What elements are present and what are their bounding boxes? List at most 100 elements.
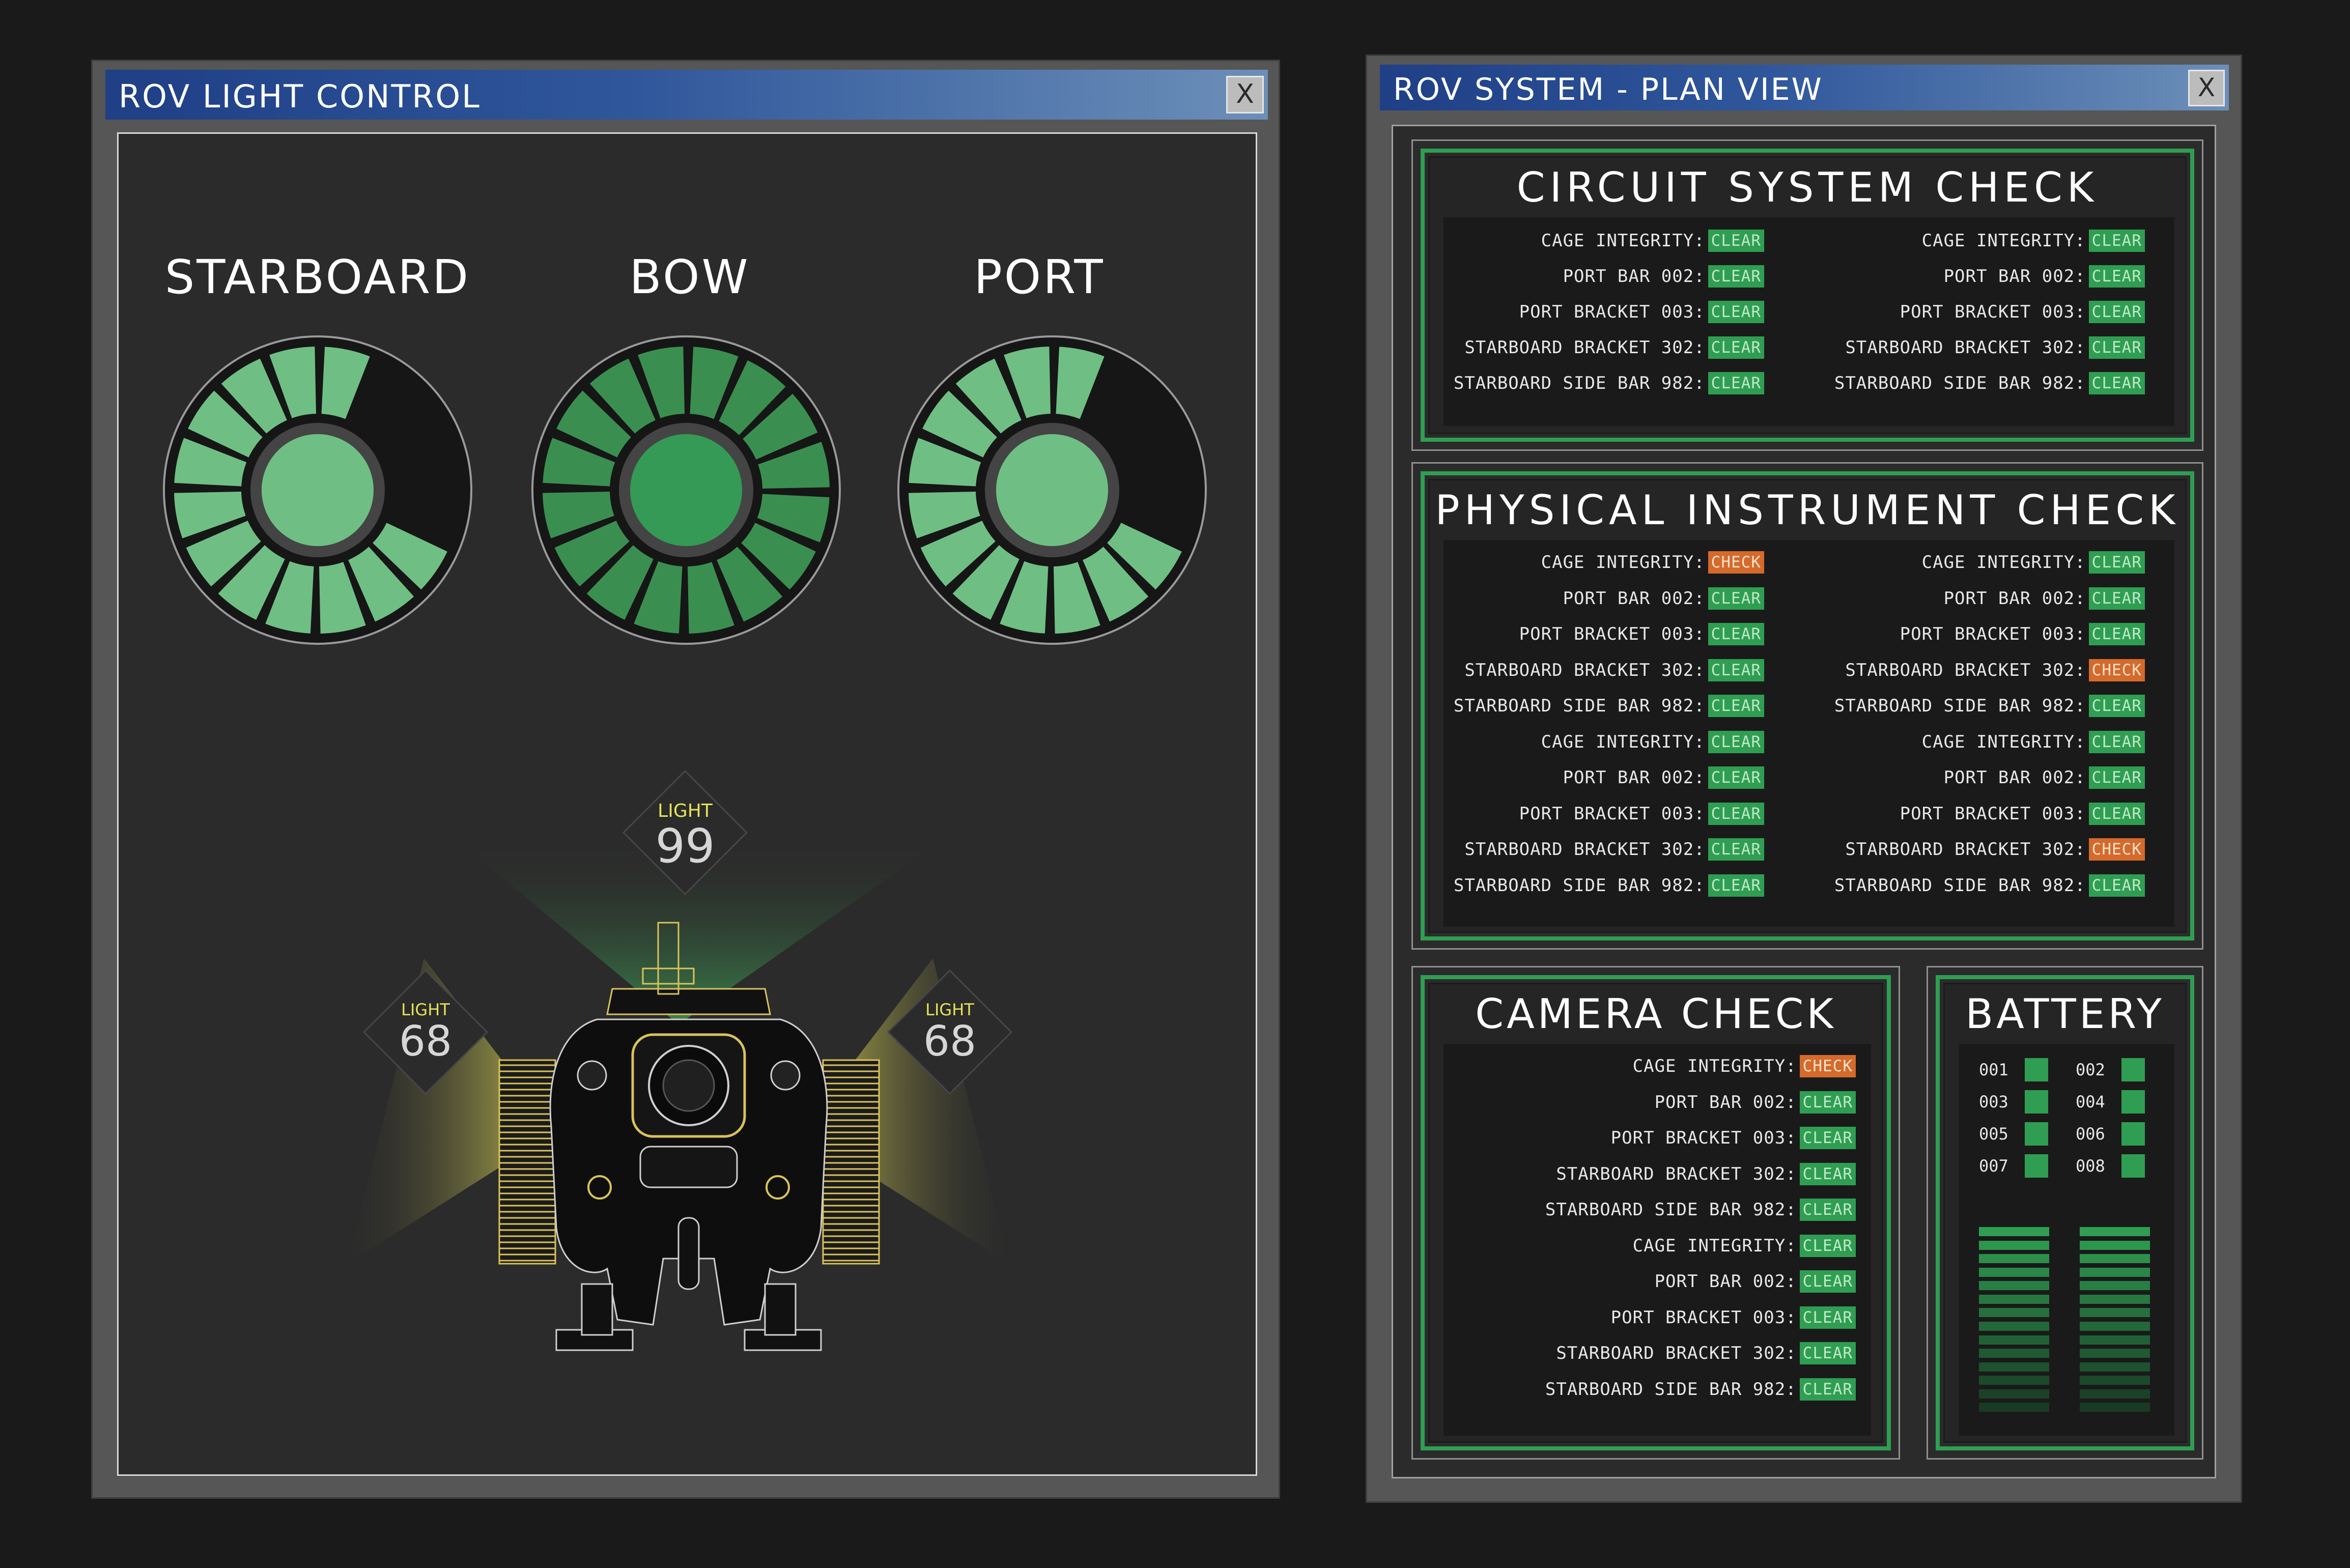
status-badge[interactable]: CHECK: [2088, 838, 2145, 861]
status-badge[interactable]: CLEAR: [1799, 1378, 1856, 1401]
status-row: CAGE INTEGRITY: CLEAR: [1922, 227, 2145, 254]
status-row: STARBOARD BRACKET 302: CLEAR: [1464, 657, 1764, 683]
status-badge[interactable]: CLEAR: [1708, 372, 1764, 394]
status-row: STARBOARD BRACKET 302: CLEAR: [1556, 1161, 1856, 1187]
close-button[interactable]: X: [2188, 70, 2225, 106]
status-badge[interactable]: CLEAR: [2088, 336, 2145, 359]
battery-cell-indicator: [2121, 1154, 2145, 1178]
status-badge[interactable]: CLEAR: [2088, 372, 2145, 394]
bow-light-indicator[interactable]: LIGHT 99: [621, 769, 749, 896]
status-badge[interactable]: CLEAR: [1708, 730, 1764, 753]
status-badge[interactable]: CLEAR: [1708, 695, 1764, 717]
dial-bow[interactable]: [531, 335, 841, 645]
status-badge[interactable]: CLEAR: [1708, 265, 1764, 288]
status-label: STARBOARD SIDE BAR 982:: [1834, 875, 2086, 896]
status-label: PORT BAR 002:: [1943, 266, 2086, 287]
status-label: STARBOARD BRACKET 302:: [1845, 660, 2086, 680]
status-badge[interactable]: CLEAR: [1799, 1270, 1856, 1293]
status-row: PORT BAR 002: CLEAR: [1655, 1268, 1856, 1295]
battery-gauge-bar: [1979, 1349, 2049, 1358]
status-badge[interactable]: CLEAR: [2088, 587, 2145, 610]
light-label: LIGHT: [658, 801, 713, 821]
camera-column: CAGE INTEGRITY: CHECK PORT BAR 002: CLEAR PO…: [1443, 1053, 1856, 1412]
dial-hub[interactable]: [630, 434, 742, 546]
battery-gauge-bar: [2080, 1267, 2150, 1277]
status-label: STARBOARD BRACKET 302:: [1464, 337, 1705, 358]
status-label: PORT BRACKET 003:: [1519, 803, 1705, 824]
battery-gauge-bar: [1979, 1294, 2049, 1304]
status-row: PORT BRACKET 003: CLEAR: [1519, 621, 1764, 647]
status-label: CAGE INTEGRITY:: [1921, 231, 2086, 251]
circuit-right-column: CAGE INTEGRITY: CLEAR PORT BAR 002: CLEAR PO…: [1824, 227, 2145, 406]
status-label: CAGE INTEGRITY:: [1921, 731, 2086, 752]
light-control-window: ROV LIGHT CONTROL X STARBOARD BOW PORT L…: [93, 61, 1279, 1497]
status-badge[interactable]: CLEAR: [1708, 336, 1764, 359]
status-badge[interactable]: CLEAR: [2088, 230, 2145, 252]
battery-gauge-bar: [2080, 1403, 2150, 1412]
status-label: STARBOARD BRACKET 302:: [1845, 337, 2086, 358]
dial-port[interactable]: [897, 335, 1207, 645]
status-badge[interactable]: CLEAR: [1708, 874, 1764, 897]
title-bar: ROV LIGHT CONTROL X: [105, 70, 1268, 120]
status-badge[interactable]: CLEAR: [1799, 1127, 1856, 1149]
status-badge[interactable]: CLEAR: [1799, 1306, 1856, 1329]
port-light-indicator[interactable]: LIGHT 68: [886, 968, 1013, 1096]
status-badge[interactable]: CLEAR: [2088, 874, 2145, 897]
status-badge[interactable]: CLEAR: [2088, 265, 2145, 288]
status-badge[interactable]: CLEAR: [1708, 623, 1764, 645]
status-badge[interactable]: CLEAR: [1799, 1199, 1856, 1221]
rov-vehicle-image: [498, 922, 880, 1351]
status-row: STARBOARD BRACKET 302: CHECK: [1845, 836, 2145, 863]
status-badge[interactable]: CLEAR: [1708, 230, 1764, 252]
status-label: PORT BAR 002:: [1654, 1092, 1797, 1113]
status-badge[interactable]: CLEAR: [2088, 730, 2145, 753]
status-label: CAGE INTEGRITY:: [1632, 1235, 1797, 1256]
status-label: PORT BRACKET 003:: [1519, 624, 1705, 644]
status-badge[interactable]: CLEAR: [2088, 623, 2145, 645]
status-badge[interactable]: CLEAR: [1708, 766, 1764, 789]
title-bar: ROV SYSTEM - PLAN VIEW X: [1380, 65, 2229, 110]
status-badge[interactable]: CLEAR: [1799, 1091, 1856, 1114]
status-label: STARBOARD BRACKET 302:: [1464, 660, 1705, 680]
status-badge[interactable]: CHECK: [2088, 659, 2145, 681]
status-badge[interactable]: CLEAR: [2088, 766, 2145, 789]
status-badge[interactable]: CLEAR: [1799, 1234, 1856, 1257]
status-row: CAGE INTEGRITY: CLEAR: [1633, 1233, 1856, 1259]
status-badge[interactable]: CLEAR: [2088, 301, 2145, 323]
dial-hub[interactable]: [262, 434, 374, 546]
battery-gauge-bar: [1979, 1376, 2049, 1385]
status-badge[interactable]: CLEAR: [2088, 551, 2145, 574]
status-label: STARBOARD BRACKET 302:: [1556, 1343, 1797, 1363]
status-row: STARBOARD BRACKET 302: CLEAR: [1464, 334, 1764, 361]
dial-hub[interactable]: [996, 434, 1108, 546]
battery-gauge-bar: [2080, 1254, 2150, 1264]
status-badge[interactable]: CLEAR: [1708, 838, 1764, 861]
status-badge[interactable]: CLEAR: [1708, 301, 1764, 323]
panel-title: CAMERA CHECK: [1475, 990, 1836, 1038]
close-button[interactable]: X: [1226, 76, 1264, 113]
status-badge[interactable]: CLEAR: [1799, 1342, 1856, 1364]
status-label: CAGE INTEGRITY:: [1541, 731, 1705, 752]
starboard-light-indicator[interactable]: LIGHT 68: [362, 968, 489, 1096]
battery-gauge-bar: [1979, 1308, 2049, 1318]
status-badge[interactable]: CLEAR: [1799, 1162, 1856, 1185]
status-badge[interactable]: CHECK: [1708, 551, 1764, 574]
status-badge[interactable]: CLEAR: [1708, 659, 1764, 681]
status-label: PORT BRACKET 003:: [1900, 803, 2086, 824]
dial-starboard[interactable]: [162, 335, 473, 645]
dial-label-bow: BOW: [629, 250, 750, 304]
status-row: STARBOARD BRACKET 302: CLEAR: [1464, 836, 1764, 863]
status-label: PORT BRACKET 003:: [1610, 1128, 1797, 1148]
battery-gauge-bar: [2080, 1227, 2150, 1236]
status-badge[interactable]: CHECK: [1799, 1055, 1856, 1077]
status-badge[interactable]: CLEAR: [2088, 695, 2145, 717]
status-row: PORT BRACKET 003: CLEAR: [1900, 299, 2145, 325]
status-row: STARBOARD SIDE BAR 982: CLEAR: [1834, 693, 2145, 719]
status-row: PORT BAR 002: CLEAR: [1563, 764, 1764, 791]
status-badge[interactable]: CLEAR: [1708, 587, 1764, 610]
circuit-system-check-panel: CIRCUIT SYSTEM CHECK CAGE INTEGRITY: CLEA…: [1411, 139, 2203, 451]
status-badge[interactable]: CLEAR: [1708, 802, 1764, 825]
circuit-left-column: CAGE INTEGRITY: CLEAR PORT BAR 002: CLEAR PO…: [1443, 227, 1764, 406]
status-badge[interactable]: CLEAR: [2088, 802, 2145, 825]
panel-title: PHYSICAL INSTRUMENT CHECK: [1435, 487, 2180, 534]
